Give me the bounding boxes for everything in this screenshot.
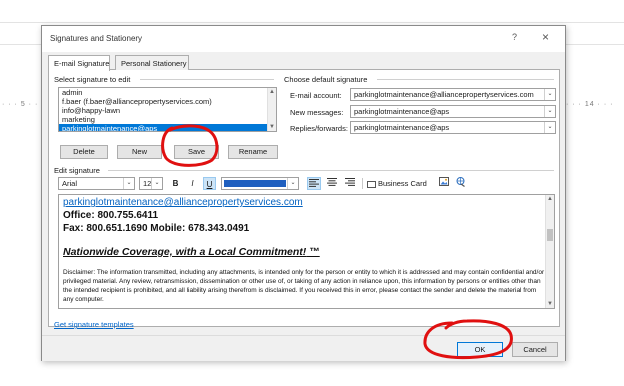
rename-button[interactable]: Rename: [228, 145, 278, 159]
chevron-down-icon[interactable]: ⌄: [544, 106, 555, 117]
new-button[interactable]: New: [117, 145, 162, 159]
align-center-icon: [327, 178, 337, 186]
signature-email-link[interactable]: parkinglotmaintenance@alliancepropertyse…: [63, 197, 303, 208]
select-signature-heading: Select signature to edit: [54, 75, 131, 84]
replies-forwards-label: Replies/forwards:: [290, 124, 348, 133]
signature-editor[interactable]: parkinglotmaintenance@alliancepropertyse…: [58, 194, 555, 309]
get-signature-templates-link[interactable]: Get signature templates: [54, 320, 134, 329]
dialog-titlebar: Signatures and Stationery ? ×: [42, 26, 565, 52]
business-card-icon: [367, 180, 376, 188]
scroll-up-icon[interactable]: ▲: [269, 89, 275, 95]
red-annotation-circle-save: [161, 124, 219, 167]
insert-hyperlink-button[interactable]: [454, 177, 467, 190]
editor-scrollbar[interactable]: ▲ ▼: [545, 195, 554, 308]
toolbar-separator: [362, 178, 363, 189]
chevron-down-icon[interactable]: ⌄: [287, 178, 298, 189]
default-signature-heading: Choose default signature: [284, 75, 368, 84]
list-item[interactable]: admin: [59, 88, 276, 97]
delete-button[interactable]: Delete: [60, 145, 108, 159]
trademark-symbol: ™: [306, 246, 320, 258]
dialog-title: Signatures and Stationery: [50, 34, 143, 43]
list-scrollbar[interactable]: ▲ ▼: [267, 88, 276, 131]
replies-forwards-select[interactable]: parkinglotmaintenance@aps ⌄: [350, 121, 556, 134]
picture-icon: [438, 177, 449, 186]
edit-signature-heading: Edit signature: [54, 166, 100, 175]
chevron-down-icon[interactable]: ⌄: [544, 89, 555, 100]
align-right-button[interactable]: [343, 177, 357, 190]
underline-button[interactable]: U: [203, 177, 216, 190]
business-card-button[interactable]: Business Card: [367, 177, 429, 190]
email-account-select[interactable]: parkinglotmaintenance@alliancepropertyse…: [350, 88, 556, 101]
font-value: Arial: [62, 179, 78, 188]
chevron-down-icon[interactable]: ⌄: [151, 178, 162, 189]
signature-disclaimer: Disclaimer: The information transmitted,…: [63, 269, 545, 303]
font-size-select[interactable]: 12 ⌄: [139, 177, 163, 190]
list-item[interactable]: f.baer (f.baer@alliancepropertyservices.…: [59, 97, 276, 106]
group-divider: [108, 170, 554, 171]
scroll-up-icon[interactable]: ▲: [547, 196, 553, 202]
replies-forwards-value: parkinglotmaintenance@aps: [354, 123, 450, 132]
new-messages-value: parkinglotmaintenance@aps: [354, 107, 450, 116]
ruler-right-marks: · · · 14 · · ·: [566, 101, 614, 108]
ruler-left-marks: · · · 5 · · ·: [2, 101, 45, 108]
cancel-button[interactable]: Cancel: [512, 342, 558, 357]
font-color-swatch: [224, 180, 286, 187]
business-card-label: Business Card: [378, 179, 427, 188]
tab-email-signature[interactable]: E-mail Signature: [48, 55, 110, 71]
tab-personal-stationery[interactable]: Personal Stationery: [115, 55, 189, 70]
signature-slogan: Nationwide Coverage, with a Local Commit…: [63, 246, 320, 258]
chevron-down-icon[interactable]: ⌄: [544, 122, 555, 133]
scrollbar-thumb[interactable]: [547, 229, 553, 241]
signatures-dialog: Signatures and Stationery ? × E-mail Sig…: [41, 25, 566, 361]
formatting-toolbar: Arial ⌄ 12 ⌄ B I U ⌄ Business Card: [56, 177, 556, 191]
align-center-button[interactable]: [325, 177, 339, 190]
close-button[interactable]: ×: [542, 30, 549, 44]
insert-picture-button[interactable]: [437, 177, 450, 190]
font-color-select[interactable]: ⌄: [221, 177, 299, 190]
new-messages-label: New messages:: [290, 108, 344, 117]
signature-fax-mobile-line: Fax: 800.651.1690 Mobile: 678.343.0491: [63, 223, 250, 234]
email-account-label: E-mail account:: [290, 91, 342, 100]
list-item[interactable]: marketing: [59, 115, 276, 124]
chevron-down-icon[interactable]: ⌄: [123, 178, 134, 189]
group-divider: [377, 79, 554, 80]
align-left-icon: [309, 179, 319, 187]
help-button[interactable]: ?: [512, 32, 517, 42]
new-messages-select[interactable]: parkinglotmaintenance@aps ⌄: [350, 105, 556, 118]
email-account-value: parkinglotmaintenance@alliancepropertyse…: [354, 90, 534, 99]
slogan-text: Nationwide Coverage, with a Local Commit…: [63, 246, 307, 258]
bold-button[interactable]: B: [169, 177, 182, 190]
font-select[interactable]: Arial ⌄: [58, 177, 135, 190]
hyperlink-icon: [456, 177, 465, 187]
italic-button[interactable]: I: [186, 177, 199, 190]
align-left-button[interactable]: [307, 177, 321, 190]
scroll-down-icon[interactable]: ▼: [269, 124, 275, 130]
align-right-icon: [345, 178, 355, 186]
list-item[interactable]: info@happy-lawn: [59, 106, 276, 115]
signature-office-line: Office: 800.755.6411: [63, 210, 159, 221]
scroll-down-icon[interactable]: ▼: [547, 301, 553, 307]
background-divider: [0, 22, 624, 23]
red-annotation-circle-ok: [423, 319, 513, 360]
group-divider: [140, 79, 274, 80]
